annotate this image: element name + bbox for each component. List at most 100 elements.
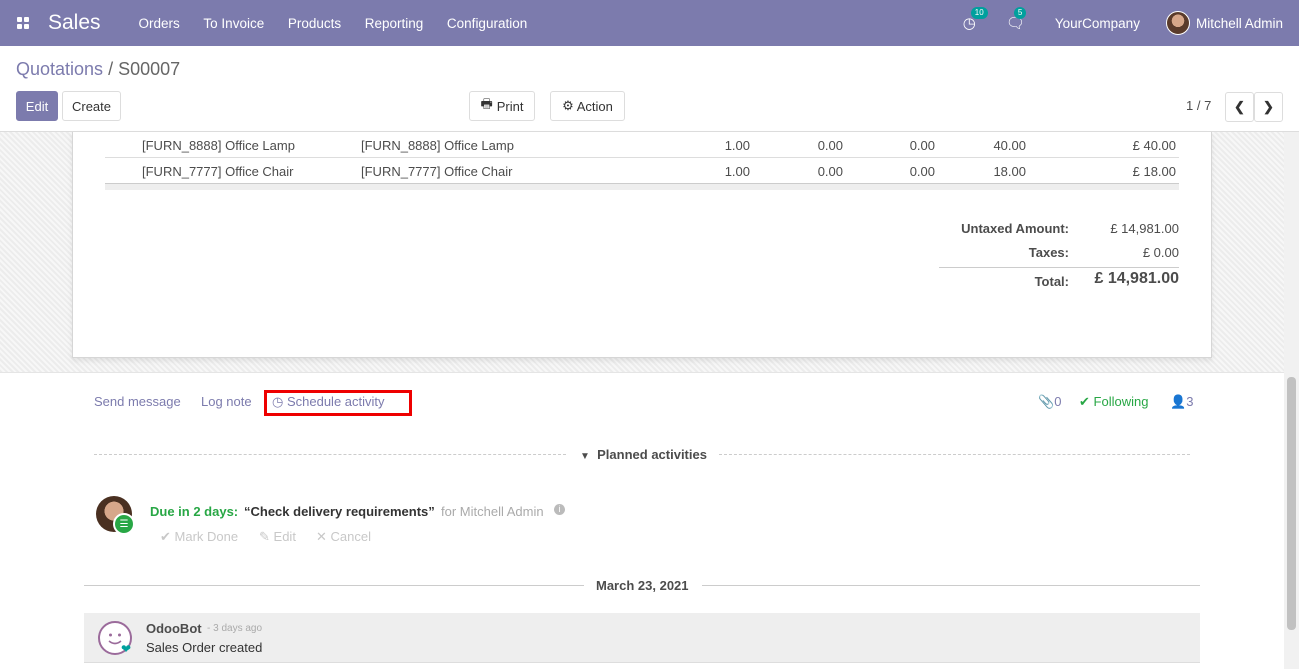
cell-subtotal: £ 40.00	[1132, 138, 1176, 153]
pager-value[interactable]: 1 / 7	[1186, 98, 1211, 113]
cell-quantity: 1.00	[724, 164, 750, 179]
menu-reporting[interactable]: Reporting	[365, 16, 424, 31]
menu-to-invoice[interactable]: To Invoice	[203, 16, 264, 31]
attachments-count: 0	[1054, 394, 1062, 409]
edit-activity-label: Edit	[273, 529, 296, 544]
chevron-right-icon: ❯	[1263, 99, 1274, 114]
date-separator: March 23, 2021	[596, 578, 689, 593]
log-note-button[interactable]: Log note	[201, 394, 252, 409]
activity-assignee: for Mitchell Admin	[441, 504, 544, 519]
message-count-badge: 5	[1013, 7, 1027, 19]
user-menu[interactable]: Mitchell Admin	[1165, 11, 1283, 35]
navbar-systray: ◷ 10 🗨 5 YourCompany Mitchell Admin	[963, 0, 1283, 46]
chevron-left-icon: ❮	[1234, 99, 1245, 114]
pager-next-button[interactable]: ❯	[1254, 92, 1283, 122]
cell-unit-price: 18.00	[993, 164, 1026, 179]
total-label: Total:	[1034, 274, 1069, 289]
chatter-message	[84, 613, 1200, 663]
date-divider-right	[702, 585, 1200, 586]
send-message-button[interactable]: Send message	[94, 394, 181, 409]
cell-quantity: 1.00	[724, 138, 750, 153]
activity-summary: “Check delivery requirements”	[244, 504, 435, 519]
cell-product: [FURN_7777] Office Chair	[142, 164, 294, 179]
attachments-button[interactable]: 📎0	[1038, 394, 1061, 410]
cancel-activity-label: Cancel	[330, 529, 371, 544]
cell-unit-price: 40.00	[993, 138, 1026, 153]
table-footer	[105, 183, 1179, 190]
breadcrumb-current: S00007	[118, 59, 181, 79]
cell-col4: 0.00	[817, 164, 843, 179]
check-icon: ✔	[160, 529, 171, 544]
table-row[interactable]: [FURN_7777] Office Chair [FURN_7777] Off…	[105, 158, 1179, 184]
printer-icon: 🖶	[480, 96, 493, 111]
planned-divider-right	[719, 454, 1190, 455]
breadcrumb-separator: /	[103, 59, 119, 79]
menu-products[interactable]: Products	[288, 16, 341, 31]
breadcrumb-quotations[interactable]: Quotations	[16, 59, 103, 79]
check-icon: ✔	[1079, 394, 1090, 409]
main-menu: Orders To Invoice Products Reporting Con…	[139, 16, 548, 31]
gear-icon: ⚙	[562, 98, 574, 113]
planned-divider-left	[94, 454, 566, 455]
info-icon[interactable]: i	[554, 504, 565, 515]
messages-chat-icon[interactable]: 🗨 5	[1006, 7, 1027, 32]
followers-button[interactable]: 👤3	[1170, 394, 1193, 410]
message-body: Sales Order created	[146, 640, 263, 655]
menu-configuration[interactable]: Configuration	[447, 16, 527, 31]
menu-orders[interactable]: Orders	[139, 16, 180, 31]
mark-done-button[interactable]: ✔ Mark Done	[160, 529, 238, 545]
caret-down-icon: ▼	[580, 451, 590, 462]
action-button[interactable]: ⚙ Action	[550, 91, 625, 121]
followers-count: 3	[1186, 394, 1194, 409]
following-button[interactable]: ✔ Following	[1079, 394, 1148, 410]
apps-menu-icon[interactable]	[0, 0, 46, 46]
cell-product: [FURN_8888] Office Lamp	[142, 138, 295, 153]
scrollbar-thumb[interactable]	[1287, 377, 1296, 630]
chatter-divider	[0, 372, 1284, 373]
totals-divider	[939, 267, 1179, 268]
pager-previous-button[interactable]: ❮	[1225, 92, 1254, 122]
print-label: Print	[496, 98, 524, 114]
activity-count-badge: 10	[970, 7, 988, 19]
table-row[interactable]: [FURN_8888] Office Lamp [FURN_8888] Offi…	[105, 132, 1179, 158]
top-navbar: Sales Orders To Invoice Products Reporti…	[0, 0, 1299, 46]
total-value: £ 14,981.00	[1094, 270, 1179, 287]
untaxed-amount-value: £ 14,981.00	[1110, 221, 1179, 236]
highlight-box	[264, 390, 412, 416]
pencil-icon: ✎	[259, 529, 270, 544]
cell-col5: 0.00	[909, 138, 935, 153]
activity-type-icon: ☰	[113, 513, 135, 535]
cell-col4: 0.00	[817, 138, 843, 153]
cell-description: [FURN_8888] Office Lamp	[361, 138, 514, 153]
message-date: - 3 days ago	[207, 623, 263, 634]
edit-activity-button[interactable]: ✎ Edit	[259, 529, 296, 545]
breadcrumb: Quotations / S00007	[16, 59, 180, 80]
mark-done-label: Mark Done	[174, 529, 239, 544]
print-button[interactable]: 🖶 Print	[469, 91, 535, 121]
user-avatar	[1165, 11, 1190, 35]
following-label: Following	[1093, 394, 1149, 409]
taxes-value: £ 0.00	[1142, 245, 1179, 260]
message-author[interactable]: OdooBot	[146, 621, 202, 636]
user-icon: 👤	[1170, 394, 1187, 409]
company-switcher[interactable]: YourCompany	[1055, 16, 1140, 31]
planned-activities-toggle[interactable]: ▼ Planned activities	[580, 447, 707, 462]
activity-due: Due in 2 days:	[150, 504, 239, 519]
taxes-label: Taxes:	[1028, 245, 1069, 260]
edit-button[interactable]: Edit	[16, 91, 58, 121]
app-name[interactable]: Sales	[48, 11, 101, 35]
planned-activities-label: Planned activities	[597, 447, 707, 462]
user-name: Mitchell Admin	[1195, 15, 1283, 31]
paperclip-icon: 📎	[1038, 394, 1055, 409]
cancel-activity-button[interactable]: ✕ Cancel	[316, 529, 371, 545]
cell-description: [FURN_7777] Office Chair	[361, 164, 513, 179]
close-icon: ✕	[316, 529, 327, 544]
activity-clock-icon[interactable]: ◷ 10	[963, 7, 988, 32]
date-divider-left	[84, 585, 584, 586]
heart-icon: ❤	[121, 642, 132, 656]
cell-col5: 0.00	[909, 164, 935, 179]
untaxed-amount-label: Untaxed Amount:	[961, 221, 1069, 236]
cell-subtotal: £ 18.00	[1132, 164, 1176, 179]
create-button[interactable]: Create	[62, 91, 121, 121]
action-label: Action	[576, 98, 613, 114]
